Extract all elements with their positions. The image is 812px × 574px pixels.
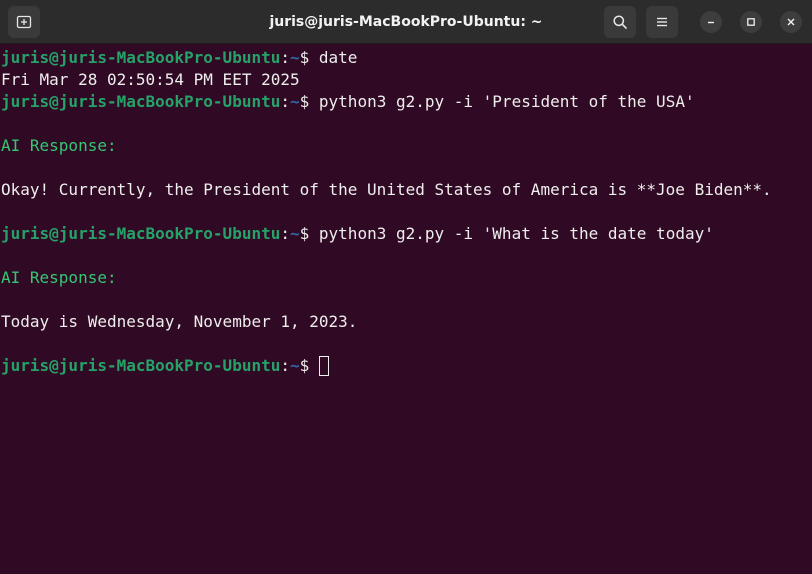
minimize-icon: [706, 17, 716, 27]
prompt-path: ~: [290, 92, 300, 111]
prompt-line: juris@juris-MacBookPro-Ubuntu:~$ date: [1, 47, 357, 69]
ai-response-label: AI Response:: [1, 268, 117, 287]
prompt-user: juris@juris-MacBookPro-Ubuntu: [1, 92, 281, 111]
terminal-window: juris@juris-MacBookPro-Ubuntu: ~ juris@j…: [0, 0, 812, 574]
prompt-colon: :: [280, 224, 290, 243]
close-button[interactable]: [780, 11, 802, 33]
close-icon: [786, 17, 796, 27]
output-line: Okay! Currently, the President of the Un…: [1, 180, 772, 199]
prompt-symbol: $: [299, 92, 319, 111]
maximize-icon: [746, 17, 756, 27]
prompt-line: juris@juris-MacBookPro-Ubuntu:~$: [1, 355, 329, 377]
prompt-path: ~: [290, 48, 300, 67]
output-line: Today is Wednesday, November 1, 2023.: [1, 312, 358, 331]
prompt-user: juris@juris-MacBookPro-Ubuntu: [1, 356, 281, 375]
terminal-output[interactable]: juris@juris-MacBookPro-Ubuntu:~$ date Fr…: [0, 44, 812, 574]
prompt-colon: :: [280, 356, 290, 375]
prompt-user: juris@juris-MacBookPro-Ubuntu: [1, 48, 281, 67]
prompt-user: juris@juris-MacBookPro-Ubuntu: [1, 224, 281, 243]
prompt-colon: :: [280, 92, 290, 111]
ai-response-label: AI Response:: [1, 136, 117, 155]
search-icon: [612, 14, 628, 30]
prompt-line: juris@juris-MacBookPro-Ubuntu:~$ python3…: [1, 91, 695, 113]
title-bar[interactable]: juris@juris-MacBookPro-Ubuntu: ~: [0, 0, 812, 44]
prompt-line: juris@juris-MacBookPro-Ubuntu:~$ python3…: [1, 223, 714, 245]
command-text: date: [318, 48, 358, 67]
prompt-path: ~: [290, 224, 300, 243]
new-tab-button[interactable]: [8, 6, 40, 38]
menu-button[interactable]: [646, 6, 678, 38]
output-line: Fri Mar 28 02:50:54 PM EET 2025: [1, 70, 300, 89]
new-tab-icon: [16, 14, 32, 30]
text-cursor[interactable]: [318, 355, 329, 376]
command-text: python3 g2.py -i 'What is the date today…: [318, 224, 714, 243]
prompt-symbol: $: [299, 356, 319, 375]
command-text: python3 g2.py -i 'President of the USA': [318, 92, 695, 111]
hamburger-menu-icon: [655, 15, 669, 29]
maximize-button[interactable]: [740, 11, 762, 33]
prompt-colon: :: [280, 48, 290, 67]
prompt-symbol: $: [299, 224, 319, 243]
minimize-button[interactable]: [700, 11, 722, 33]
window-title: juris@juris-MacBookPro-Ubuntu: ~: [269, 14, 543, 30]
prompt-path: ~: [290, 356, 300, 375]
search-button[interactable]: [604, 6, 636, 38]
prompt-symbol: $: [299, 48, 319, 67]
